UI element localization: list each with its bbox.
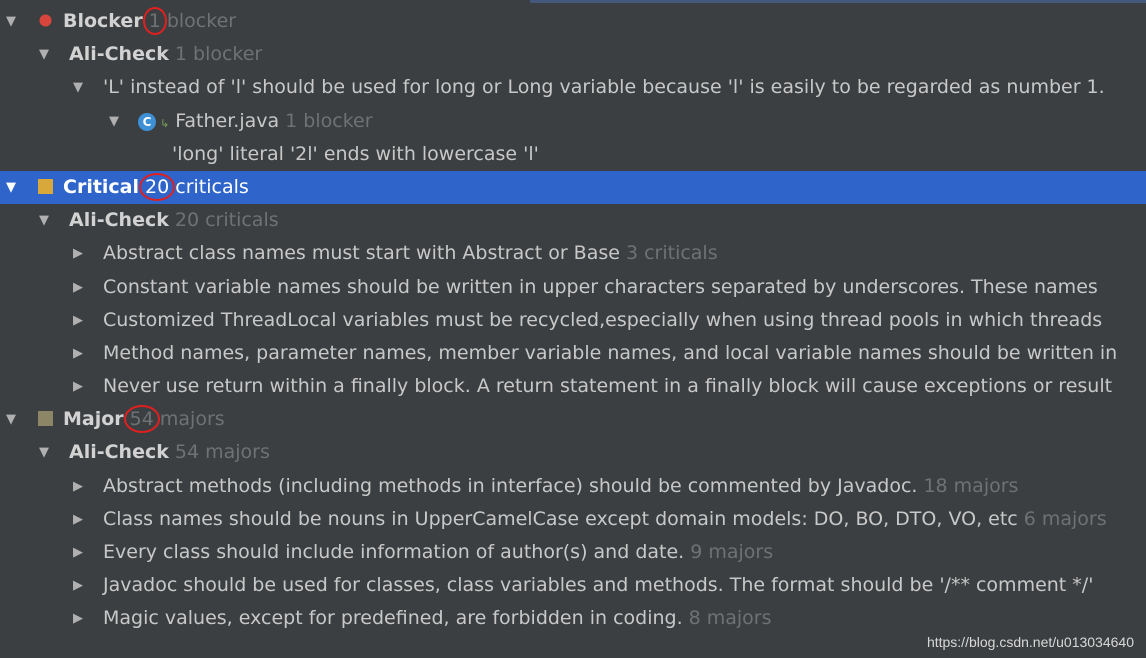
tree-node-rule[interactable]: ▶ Every class should include information…: [0, 536, 1146, 569]
expand-arrow-icon[interactable]: ▼: [3, 5, 19, 38]
tree-node-rule[interactable]: ▼ 'L' instead of 'l' should be used for …: [0, 71, 1146, 104]
rule-count: 9 majors: [690, 541, 774, 563]
top-edge: [530, 0, 1146, 3]
inspection-results-tree[interactable]: ▼ Blocker 1 blocker ▼ Ali-Check 1 blocker …: [0, 5, 1146, 636]
major-severity-icon: [38, 411, 53, 427]
severity-label: Blocker: [63, 10, 143, 32]
tree-node-blocker[interactable]: ▼ Blocker 1 blocker: [0, 5, 1146, 38]
tree-node-file[interactable]: ▼ C ↳ Father.java 1 blocker: [0, 105, 1146, 138]
rule-text: Constant variable names should be writte…: [103, 275, 1098, 298]
expand-arrow-icon[interactable]: ▼: [70, 71, 86, 104]
rule-count: 3 criticals: [625, 242, 718, 265]
file-name: Father.java: [175, 109, 280, 132]
tree-node-rule[interactable]: ▶ Abstract class names must start with A…: [0, 237, 1146, 270]
tree-node-problem[interactable]: 'long' literal '2l' ends with lowercase …: [0, 138, 1146, 171]
red-highlight-circle: [139, 172, 176, 201]
red-highlight-circle: [142, 7, 167, 35]
collapse-arrow-icon[interactable]: ▶: [70, 271, 86, 304]
expand-arrow-icon[interactable]: ▼: [3, 403, 19, 436]
java-class-icon: C: [138, 112, 156, 131]
rule-count: 6 majors: [1023, 507, 1107, 530]
rule-text: Magic values, except for predefined, are…: [103, 607, 683, 630]
collapse-arrow-icon[interactable]: ▶: [70, 237, 86, 270]
collapse-arrow-icon[interactable]: ▶: [70, 470, 86, 503]
rule-text: Abstract methods (including methods in i…: [103, 474, 918, 497]
tree-node-ali-check[interactable]: ▼ Ali-Check 54 majors: [0, 436, 1146, 469]
collapse-arrow-icon[interactable]: ▶: [70, 569, 86, 602]
file-count: 1 blocker: [285, 109, 373, 132]
tree-node-ali-check[interactable]: ▼ Ali-Check 1 blocker: [0, 38, 1146, 71]
collapse-arrow-icon[interactable]: ▶: [70, 337, 86, 370]
rule-count: 18 majors: [923, 474, 1019, 497]
rule-text: Every class should include information o…: [103, 541, 685, 563]
critical-severity-icon: [38, 178, 53, 194]
tree-node-rule[interactable]: ▶ Never use return within a finally bloc…: [0, 370, 1146, 403]
red-highlight-circle: [123, 405, 160, 434]
tree-node-rule[interactable]: ▶ Class names should be nouns in UpperCa…: [0, 503, 1146, 536]
rule-text: Method names, parameter names, member va…: [103, 341, 1118, 364]
expand-arrow-icon[interactable]: ▼: [36, 436, 52, 469]
severity-count: 54 majors: [123, 405, 225, 434]
blocker-severity-icon: [38, 6, 53, 27]
group-label: Ali-Check: [69, 43, 169, 66]
tree-node-rule[interactable]: ▶ Javadoc should be used for classes, cl…: [0, 569, 1146, 602]
collapse-arrow-icon[interactable]: ▶: [70, 370, 86, 403]
rule-text: 'L' instead of 'l' should be used for lo…: [103, 76, 1105, 99]
collapse-arrow-icon[interactable]: ▶: [70, 304, 86, 337]
expand-arrow-icon[interactable]: ▼: [36, 38, 52, 71]
rule-text: Abstract class names must start with Abs…: [103, 242, 620, 265]
rule-text: Class names should be nouns in UpperCame…: [103, 507, 1018, 530]
file-marker-icon: ↳: [160, 116, 170, 130]
collapse-arrow-icon[interactable]: ▶: [70, 602, 86, 635]
watermark-url: https://blog.csdn.net/u013034640: [926, 634, 1134, 650]
severity-label: Critical: [63, 175, 140, 198]
severity-count: 1 blocker: [142, 7, 236, 35]
group-count: 20 criticals: [174, 209, 279, 232]
tree-node-rule[interactable]: ▶ Method names, parameter names, member …: [0, 337, 1146, 370]
severity-label: Major: [63, 408, 124, 431]
group-label: Ali-Check: [69, 209, 169, 232]
expand-arrow-icon[interactable]: ▼: [36, 204, 52, 237]
rule-count: 8 majors: [688, 607, 772, 630]
rule-text: Never use return within a finally block.…: [103, 375, 1113, 398]
tree-node-rule[interactable]: ▶ Magic values, except for predefined, a…: [0, 602, 1146, 635]
tree-node-rule[interactable]: ▶ Abstract methods (including methods in…: [0, 470, 1146, 503]
tree-node-critical[interactable]: ▼ Critical 20 criticals: [0, 170, 1146, 205]
group-label: Ali-Check: [69, 441, 169, 464]
collapse-arrow-icon[interactable]: ▶: [70, 536, 86, 569]
tree-node-major[interactable]: ▼ Major 54 majors: [0, 403, 1146, 436]
severity-count: 20 criticals: [139, 172, 249, 201]
collapse-arrow-icon[interactable]: ▶: [70, 503, 86, 536]
tree-node-rule[interactable]: ▶ Customized ThreadLocal variables must …: [0, 304, 1146, 337]
group-count: 1 blocker: [174, 43, 263, 66]
tree-node-rule[interactable]: ▶ Constant variable names should be writ…: [0, 271, 1146, 304]
rule-text: Javadoc should be used for classes, clas…: [103, 574, 1094, 597]
expand-arrow-icon[interactable]: ▼: [3, 171, 19, 204]
rule-text: Customized ThreadLocal variables must be…: [103, 308, 1103, 331]
problem-description: 'long' literal '2l' ends with lowercase …: [172, 142, 539, 165]
expand-arrow-icon[interactable]: ▼: [106, 105, 122, 138]
group-count: 54 majors: [174, 441, 270, 464]
tree-node-ali-check[interactable]: ▼ Ali-Check 20 criticals: [0, 204, 1146, 237]
